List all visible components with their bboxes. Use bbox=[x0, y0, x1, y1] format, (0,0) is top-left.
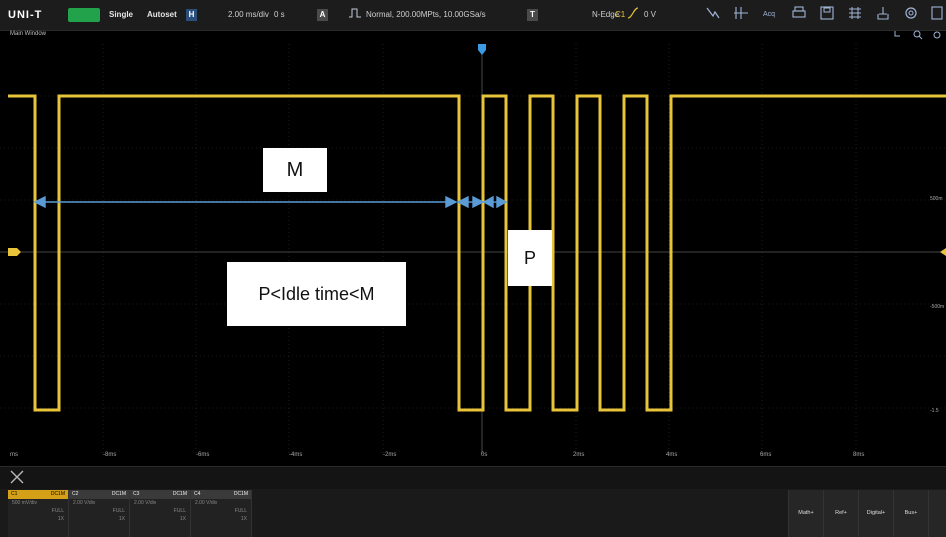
ch-coupling: DC1M bbox=[233, 491, 248, 497]
time-offset-readout[interactable]: 0 s bbox=[274, 0, 285, 30]
ch-probe: 1X bbox=[179, 516, 186, 522]
ch-scale: 2.00 V/div bbox=[73, 500, 96, 506]
print-icon[interactable] bbox=[790, 6, 808, 24]
x-tick: -8ms bbox=[103, 452, 117, 458]
ch-name: C4 bbox=[194, 491, 201, 497]
horizontal-badge[interactable]: H bbox=[186, 9, 197, 21]
callout-m: M bbox=[263, 148, 327, 192]
more-icon[interactable] bbox=[928, 6, 946, 24]
acquire-mode-readout[interactable]: Normal, 200.00MPts, 10.00GSa/s bbox=[366, 0, 486, 30]
save-icon[interactable] bbox=[818, 6, 836, 24]
display-icon[interactable] bbox=[846, 6, 864, 24]
waveform-svg bbox=[0, 44, 946, 454]
window-title: Main Window bbox=[10, 31, 47, 37]
channel-offset-marker bbox=[8, 248, 21, 256]
y-label-1: 500m bbox=[930, 196, 943, 202]
x-tick: -6ms bbox=[196, 452, 210, 458]
ch-coupling: DC1M bbox=[111, 491, 126, 497]
zoom-icon[interactable] bbox=[911, 29, 925, 43]
trigger-position-marker bbox=[478, 44, 486, 55]
ch-bw: FULL bbox=[112, 508, 125, 514]
single-button[interactable]: Single bbox=[109, 0, 133, 30]
channel-1-panel[interactable]: C1 DC1M 500 mV/div FULL 1X bbox=[8, 490, 69, 537]
x-tick: 0s bbox=[481, 452, 488, 458]
bus-button[interactable]: Bus+ bbox=[893, 490, 928, 537]
timebase-readout[interactable]: 2.00 ms/div bbox=[228, 0, 269, 30]
callout-p: P bbox=[508, 230, 552, 286]
ch-name: C3 bbox=[133, 491, 140, 497]
ch-probe: 1X bbox=[240, 516, 247, 522]
math-button[interactable]: Math+ bbox=[788, 490, 823, 537]
grid bbox=[0, 44, 946, 454]
x-tick: 8ms bbox=[853, 452, 865, 458]
ch-bw: FULL bbox=[234, 508, 247, 514]
ch-scale: 500 mV/div bbox=[12, 500, 38, 506]
channel-2-panel[interactable]: C2 DC1M 2.00 V/div FULL 1X bbox=[69, 490, 130, 537]
side-panel-button[interactable] bbox=[928, 490, 946, 537]
measure-icon[interactable] bbox=[732, 6, 750, 24]
ch-coupling: DC1M bbox=[172, 491, 187, 497]
channel-4-panel[interactable]: C4 DC1M 2.00 V/div FULL 1X bbox=[191, 490, 252, 537]
x-tick: ms bbox=[10, 452, 18, 458]
rising-edge-icon bbox=[626, 6, 640, 24]
ch-bw: FULL bbox=[51, 508, 64, 514]
tools-icon[interactable] bbox=[8, 469, 26, 487]
x-tick: 4ms bbox=[666, 452, 678, 458]
ch-bw: FULL bbox=[173, 508, 186, 514]
trigger-level-marker bbox=[940, 248, 946, 256]
ch-name: C2 bbox=[72, 491, 79, 497]
callout-idle-time: P<Idle time<M bbox=[227, 262, 406, 326]
ch-probe: 1X bbox=[118, 516, 125, 522]
acquire-icon[interactable]: Acq bbox=[763, 0, 775, 30]
trigger-badge[interactable]: T bbox=[527, 9, 538, 21]
undo-icon[interactable] bbox=[890, 29, 904, 43]
y-label-2: -500m bbox=[930, 304, 945, 310]
trigger-level-readout[interactable]: 0 V bbox=[644, 0, 656, 30]
settings-icon[interactable] bbox=[902, 6, 920, 24]
trigger-source-label: C1 bbox=[615, 10, 626, 19]
digital-button[interactable]: Digital+ bbox=[858, 490, 893, 537]
ch1-trace bbox=[8, 94, 946, 412]
top-toolbar: UNI-T Single Autoset H 2.00 ms/div 0 s A… bbox=[0, 0, 946, 31]
measurement-arrows bbox=[33, 195, 508, 209]
pulse-icon bbox=[346, 6, 364, 24]
gear-icon[interactable] bbox=[930, 29, 944, 43]
ch-coupling: DC1M bbox=[50, 491, 65, 497]
y-label-3: -1.5 bbox=[930, 408, 939, 414]
utility-icon[interactable] bbox=[874, 6, 892, 24]
ref-button[interactable]: Ref+ bbox=[823, 490, 858, 537]
ch-scale: 2.00 V/div bbox=[195, 500, 218, 506]
ch-scale: 2.00 V/div bbox=[134, 500, 157, 506]
channel-3-panel[interactable]: C3 DC1M 2.00 V/div FULL 1X bbox=[130, 490, 191, 537]
ch-probe: 1X bbox=[57, 516, 64, 522]
x-tick: -4ms bbox=[289, 452, 303, 458]
x-tick: -2ms bbox=[383, 452, 397, 458]
acquire-badge[interactable]: A bbox=[317, 9, 328, 21]
autoset-button[interactable]: Autoset bbox=[147, 0, 177, 30]
brand-logo: UNI-T bbox=[8, 9, 43, 21]
ch-name: C1 bbox=[11, 491, 18, 497]
x-tick: 2ms bbox=[573, 452, 585, 458]
center-axes bbox=[0, 44, 946, 454]
tool-row bbox=[0, 466, 946, 489]
run-stop-button[interactable] bbox=[68, 8, 100, 22]
x-tick: 6ms bbox=[760, 452, 772, 458]
cursor-icon[interactable] bbox=[704, 6, 722, 24]
